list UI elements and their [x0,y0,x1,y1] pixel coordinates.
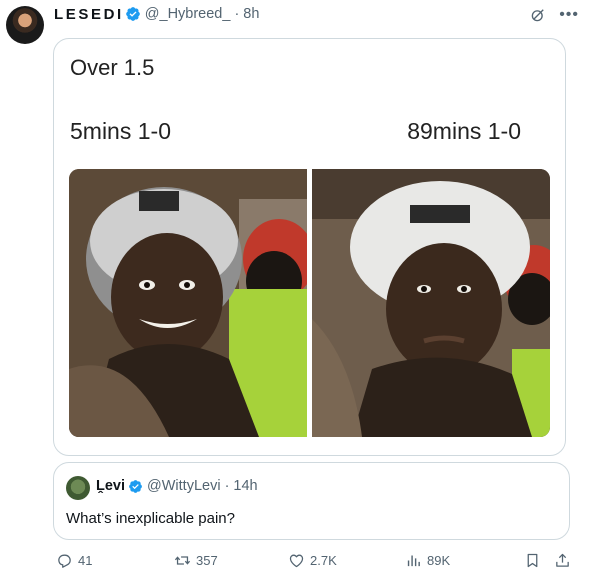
quoted-header-separator: · [224,478,230,494]
more-icon[interactable]: ••• [559,7,579,23]
meme-photo-sad[interactable] [312,169,550,437]
bookmark-button[interactable] [524,552,541,569]
like-count: 2.7K [310,553,337,568]
header-actions: ••• [529,6,579,24]
reply-count: 41 [78,553,93,568]
author-display-name[interactable]: LESEDI [54,6,124,23]
post-caption-left: 5mins 1-0 [70,118,171,144]
repost-button[interactable]: 357 [174,552,218,569]
header-separator: · [234,6,240,22]
grok-icon[interactable] [529,6,547,24]
author-handle[interactable]: @_Hybreed_ [145,6,231,22]
post-media-card: Over 1.5 5mins 1-0 89mins 1-0 [53,38,566,456]
views-count: 89K [427,553,451,568]
views-button[interactable]: 89K [405,552,450,569]
tweet-action-bar: 41 357 2.7K 89K [0,552,593,572]
quoted-tweet-header: Ḽevi @WittyLevi · 14h [96,478,258,494]
quoted-author-avatar[interactable] [66,476,90,500]
author-avatar[interactable] [6,6,44,44]
tweet-timestamp[interactable]: 8h [243,6,259,22]
reply-button[interactable]: 41 [56,552,92,569]
like-button[interactable]: 2.7K [288,552,337,569]
like-icon [289,554,304,568]
quoted-author-handle[interactable]: @WittyLevi [147,478,221,494]
quoted-tweet[interactable]: Ḽevi @WittyLevi · 14h What’s inexplicabl… [53,462,570,540]
post-caption-right: 89mins 1-0 [407,118,521,144]
post-caption-title: Over 1.5 [70,55,155,80]
bookmark-icon [527,553,538,568]
share-button[interactable] [554,552,571,569]
views-icon [407,555,420,567]
verified-badge-icon [129,479,142,493]
share-icon [556,553,569,567]
repost-count: 357 [196,553,218,568]
meme-photo-smiling[interactable] [69,169,307,437]
reply-icon [58,554,71,568]
repost-icon [174,556,191,565]
quoted-author-name[interactable]: Ḽevi [96,478,125,494]
quoted-tweet-timestamp[interactable]: 14h [233,478,257,494]
tweet-header: LESEDI @_Hybreed_ · 8h [54,4,259,24]
quoted-tweet-text: What’s inexplicable pain? [66,510,235,527]
verified-badge-icon [125,7,140,21]
